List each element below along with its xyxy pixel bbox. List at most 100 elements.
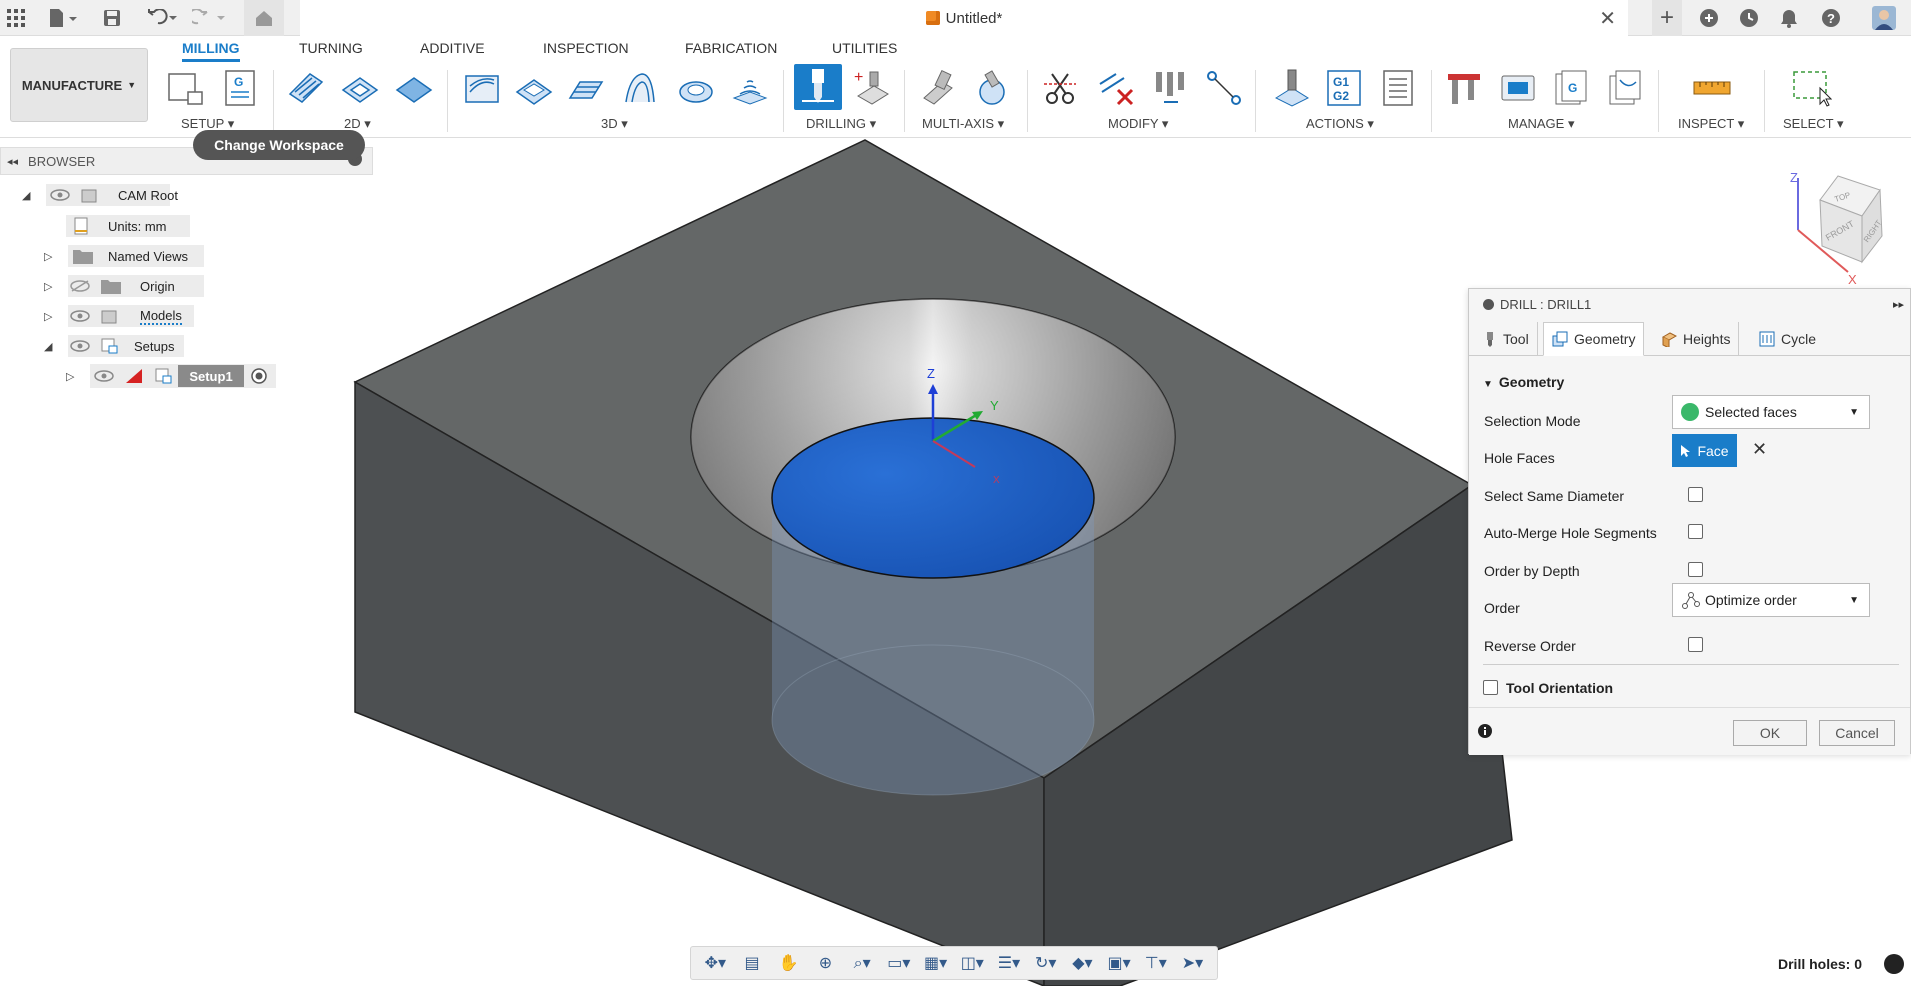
face-icon[interactable] xyxy=(394,68,434,108)
reverse-order-checkbox[interactable] xyxy=(1688,637,1703,652)
machine-display-icon[interactable]: ➤▾ xyxy=(1176,952,1208,974)
selection-mode-dropdown[interactable]: Selected faces ▼ xyxy=(1672,395,1870,429)
stock-display-icon[interactable]: ◆▾ xyxy=(1066,952,1098,974)
tool-library-manage-icon[interactable] xyxy=(1444,68,1484,108)
new-tab-icon[interactable]: + xyxy=(1652,0,1682,36)
grid-settings-icon[interactable]: ▦▾ xyxy=(920,952,952,974)
simulate-icon[interactable] xyxy=(1272,68,1312,108)
move-points-icon[interactable] xyxy=(1204,68,1244,108)
user-avatar-icon[interactable] xyxy=(1870,6,1898,30)
visibility-eye-icon[interactable] xyxy=(70,309,90,323)
file-menu-icon[interactable] xyxy=(44,6,80,30)
home-icon[interactable] xyxy=(244,0,284,36)
group-multi-axis[interactable]: MULTI-AXIS ▾ xyxy=(922,116,1004,132)
setup-sheet-icon[interactable] xyxy=(1378,68,1418,108)
undo-icon[interactable] xyxy=(142,6,182,30)
tab-tool[interactable]: Tool xyxy=(1475,322,1538,356)
pan-icon[interactable]: ✋ xyxy=(773,952,805,974)
collapse-triangle-icon[interactable]: ◢ xyxy=(22,189,30,202)
cut-icon[interactable] xyxy=(1040,68,1080,108)
new-setup-icon[interactable] xyxy=(166,68,206,108)
order-dropdown[interactable]: Optimize order ▼ xyxy=(1672,583,1870,617)
machine-library-icon[interactable] xyxy=(1498,68,1538,108)
group-inspect[interactable]: INSPECT ▾ xyxy=(1678,116,1744,132)
collapse-triangle-icon[interactable]: ◢ xyxy=(44,340,52,353)
group-modify[interactable]: MODIFY ▾ xyxy=(1108,116,1168,132)
auto-merge-checkbox[interactable] xyxy=(1688,524,1703,539)
close-tab-icon[interactable]: ✕ xyxy=(1599,6,1616,31)
section-collapse-icon[interactable]: ▼ xyxy=(1483,379,1493,390)
drill-dialog-header[interactable]: DRILL : DRILL1 ▸▸ xyxy=(1469,289,1910,319)
minimize-dialog-icon[interactable] xyxy=(1483,298,1494,310)
tab-inspection[interactable]: INSPECTION xyxy=(543,40,629,56)
notifications-icon[interactable] xyxy=(1776,6,1802,30)
extensions-icon[interactable] xyxy=(1696,6,1722,30)
spiral-icon[interactable] xyxy=(730,68,770,108)
order-by-depth-checkbox[interactable] xyxy=(1688,562,1703,577)
tab-heights[interactable]: Heights xyxy=(1653,322,1740,356)
tab-utilities[interactable]: UTILITIES xyxy=(832,40,897,56)
geometry-section-header[interactable]: ▼ Geometry xyxy=(1483,374,1564,390)
template-library-icon[interactable] xyxy=(1606,68,1646,108)
orbit-icon[interactable]: ✥▾ xyxy=(699,952,731,974)
expand-triangle-icon[interactable]: ▷ xyxy=(44,250,52,263)
expand-dialog-icon[interactable]: ▸▸ xyxy=(1893,298,1904,311)
post-library-icon[interactable]: G xyxy=(1552,68,1592,108)
group-3d[interactable]: 3D ▾ xyxy=(601,116,628,132)
ok-button[interactable]: OK xyxy=(1733,720,1807,746)
scallop-icon[interactable] xyxy=(676,68,716,108)
2d-pocket-icon[interactable] xyxy=(340,68,380,108)
group-select[interactable]: SELECT ▾ xyxy=(1783,116,1843,132)
tab-milling[interactable]: MILLING xyxy=(182,40,240,62)
expand-triangle-icon[interactable]: ▷ xyxy=(44,280,52,293)
tab-turning[interactable]: TURNING xyxy=(299,40,363,56)
measure-icon[interactable] xyxy=(1692,68,1732,108)
3d-adaptive-icon[interactable] xyxy=(462,68,502,108)
toolpath-display-icon[interactable]: ▣▾ xyxy=(1103,952,1135,974)
drill-icon[interactable] xyxy=(794,64,842,110)
group-drilling[interactable]: DRILLING ▾ xyxy=(806,116,876,132)
3d-pocket-icon[interactable] xyxy=(514,68,554,108)
status-settings-icon[interactable] xyxy=(1884,954,1904,974)
document-tab[interactable]: Untitled* ✕ xyxy=(300,0,1628,36)
save-icon[interactable] xyxy=(100,6,124,30)
tool-library-icon[interactable] xyxy=(1150,68,1190,108)
info-icon[interactable] xyxy=(1477,723,1493,739)
expand-triangle-icon[interactable]: ▷ xyxy=(66,370,74,383)
job-status-icon[interactable] xyxy=(1736,6,1762,30)
delete-toolpath-icon[interactable] xyxy=(1096,68,1136,108)
group-manage[interactable]: MANAGE ▾ xyxy=(1508,116,1574,132)
collapse-browser-icon[interactable]: ◂◂ xyxy=(7,155,18,168)
refresh-icon[interactable]: ↻▾ xyxy=(1030,952,1062,974)
section-analysis-icon[interactable]: ☰▾ xyxy=(993,952,1025,974)
post-process-icon[interactable]: G1 G2 xyxy=(1324,68,1364,108)
2d-adaptive-icon[interactable] xyxy=(286,68,326,108)
tool-display-icon[interactable]: ⊤▾ xyxy=(1140,952,1172,974)
visibility-eye-icon[interactable] xyxy=(70,339,90,353)
tab-cycle[interactable]: Cycle xyxy=(1751,322,1824,356)
nc-program-icon[interactable]: G xyxy=(220,68,260,108)
zoom-icon[interactable]: ⊕ xyxy=(809,952,841,974)
visibility-eye-icon[interactable] xyxy=(94,369,114,383)
active-setup-radio-icon[interactable] xyxy=(250,367,268,385)
window-select-icon[interactable] xyxy=(1792,68,1832,108)
help-icon[interactable]: ? xyxy=(1818,6,1844,30)
look-at-icon[interactable]: ▤ xyxy=(736,952,768,974)
multiaxis-contour-icon[interactable] xyxy=(972,68,1012,108)
steep-shallow-icon[interactable] xyxy=(566,68,606,108)
fit-icon[interactable]: ⌕▾ xyxy=(846,952,878,974)
app-grid-icon[interactable] xyxy=(4,6,28,30)
workspace-switcher-button[interactable]: MANUFACTURE ▼ xyxy=(10,48,148,122)
tab-geometry[interactable]: Geometry xyxy=(1543,322,1645,356)
tab-additive[interactable]: ADDITIVE xyxy=(420,40,485,56)
display-settings-icon[interactable]: ▭▾ xyxy=(883,952,915,974)
select-same-diameter-checkbox[interactable] xyxy=(1688,487,1703,502)
swarf-icon[interactable] xyxy=(918,68,958,108)
redo-icon[interactable] xyxy=(190,6,230,30)
tool-orientation-checkbox[interactable] xyxy=(1483,680,1498,695)
cancel-button[interactable]: Cancel xyxy=(1819,720,1895,746)
hole-faces-selection-button[interactable]: Face xyxy=(1672,434,1737,467)
tab-fabrication[interactable]: FABRICATION xyxy=(685,40,777,56)
contour-icon[interactable] xyxy=(620,68,660,108)
view-cube[interactable]: Z X TOP FRONT RIGHT xyxy=(1790,170,1884,287)
